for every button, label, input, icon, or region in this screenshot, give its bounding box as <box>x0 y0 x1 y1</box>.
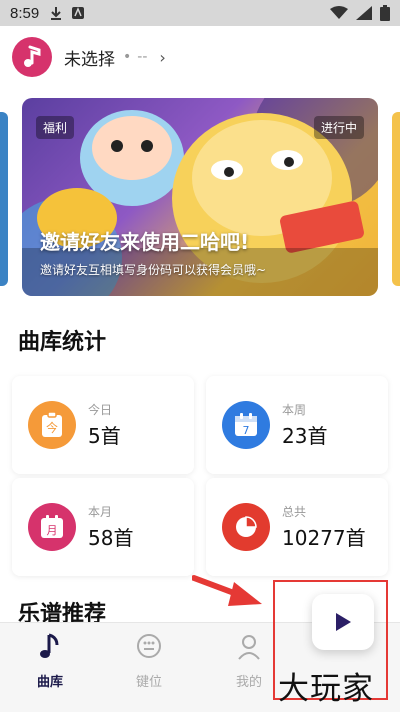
stat-value-week: 23首 <box>282 424 328 448</box>
calendar-month-glyph: 月 <box>47 524 58 537</box>
banner-tag-status: 进行中 <box>313 116 364 139</box>
library-stats-title: 曲库统计 <box>18 330 107 355</box>
stat-value-today: 5首 <box>88 424 121 448</box>
stat-label-today: 今日 <box>88 403 113 417</box>
battery-icon <box>380 5 390 21</box>
song-selector-header[interactable]: 未选择 • -- › <box>0 26 400 88</box>
tab-library[interactable]: 曲库 <box>20 633 80 690</box>
wifi-icon <box>330 6 348 19</box>
chevron-right-icon: › <box>159 47 166 67</box>
stat-card-month[interactable]: 月 本月 58首 <box>12 478 194 576</box>
calendar-week-glyph: 7 <box>243 424 250 437</box>
stat-card-total[interactable]: 总共 10277首 <box>206 478 388 576</box>
tab-label-keypad: 键位 <box>135 675 162 690</box>
stat-label-month: 本月 <box>88 505 113 519</box>
stat-label-total: 总共 <box>282 505 307 519</box>
today-icon: 今 <box>28 401 76 449</box>
invite-banner[interactable]: 福利 进行中 邀请好友来使用二哈吧! 邀请好友互相填写身份码可以获得会员哦~ <box>22 98 378 296</box>
calendar-month-icon: 月 <box>28 503 76 551</box>
banner-tag-welfare: 福利 <box>36 116 75 139</box>
banner-prev-peek[interactable] <box>0 112 8 286</box>
calendar-week-icon: 7 <box>222 401 270 449</box>
tab-profile[interactable]: 我的 <box>219 633 279 690</box>
today-icon-glyph: 今 <box>46 420 58 435</box>
status-bar: 8:59 <box>0 0 400 26</box>
stat-value-total: 10277首 <box>282 526 366 550</box>
banner-carousel[interactable]: 福利 进行中 邀请好友来使用二哈吧! 邀请好友互相填写身份码可以获得会员哦~ <box>0 88 400 310</box>
tab-label-profile: 我的 <box>235 675 262 690</box>
current-song-subtitle: -- <box>137 49 148 65</box>
download-icon <box>51 7 62 20</box>
stat-label-week: 本周 <box>282 403 307 417</box>
tab-label-library: 曲库 <box>36 675 63 690</box>
stat-value-month: 58首 <box>88 526 134 550</box>
watermark-text: 大玩家 <box>278 671 374 707</box>
pie-chart-icon <box>222 503 270 551</box>
banner-subtitle: 邀请好友互相填写身份码可以获得会员哦~ <box>40 263 267 277</box>
status-system-icons <box>330 5 390 21</box>
music-note-icon <box>40 633 59 658</box>
play-icon <box>336 613 351 631</box>
app-notification-icon <box>72 7 85 19</box>
stat-card-week[interactable]: 7 本周 23首 <box>206 376 388 474</box>
user-icon <box>238 635 260 660</box>
music-note-icon <box>24 45 41 67</box>
banner-title: 邀请好友来使用二哈吧! <box>40 230 250 254</box>
avatar <box>12 37 52 77</box>
signal-icon <box>356 6 372 20</box>
tab-keypad[interactable]: 键位 <box>119 633 179 690</box>
current-song-title: 未选择 <box>64 49 115 70</box>
status-notification-icons <box>49 6 85 20</box>
play-button[interactable] <box>312 594 374 650</box>
stat-card-today[interactable]: 今 今日 5首 <box>12 376 194 474</box>
header-separator-dot: • <box>123 49 132 65</box>
status-time: 8:59 <box>10 4 40 22</box>
keypad-icon <box>137 634 161 658</box>
annotation-arrow-icon <box>192 575 262 606</box>
banner-next-peek[interactable] <box>392 112 400 286</box>
